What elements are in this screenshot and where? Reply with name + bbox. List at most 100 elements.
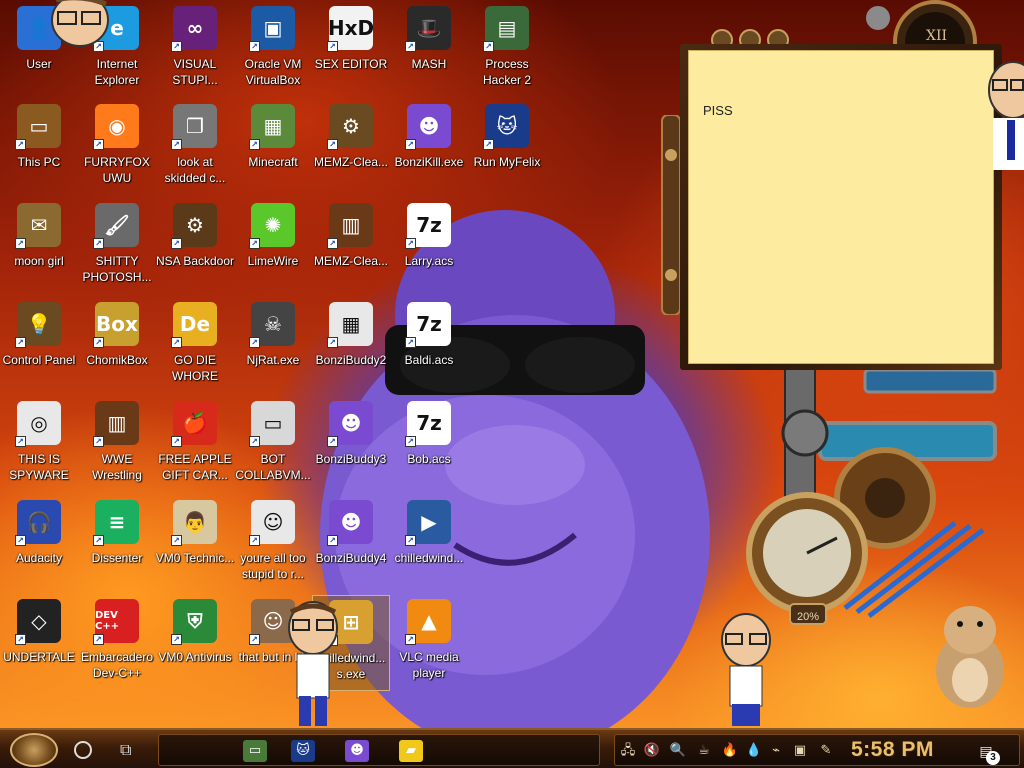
desktop-icon[interactable]: ▲ ↗ VLC media player (390, 595, 468, 691)
character-sprite-right-edge[interactable] (985, 50, 1024, 170)
volume-muted-icon[interactable]: 🔇 (643, 742, 661, 760)
video-file-icon: ▶ ↗ (405, 500, 451, 546)
desktop-icon[interactable]: ◎ ↗ THIS IS SPYWARE (0, 397, 78, 493)
flame-tray-icon[interactable]: 🔥 (721, 742, 739, 760)
sticky-notes-taskbar-icon[interactable]: ▰ (399, 740, 423, 762)
desktop-icon[interactable]: 👨 ↗ VM0 Technic... (156, 496, 234, 592)
droplet-icon[interactable]: 💧 (745, 742, 763, 760)
shortcut-arrow-icon: ↗ (327, 535, 338, 546)
shortcut-arrow-icon: ↗ (327, 337, 338, 348)
character-sprite-bottom-right[interactable] (718, 612, 774, 728)
character-sprite-top[interactable] (28, 0, 118, 50)
desktop-icon[interactable]: ▥ ↗ MEMZ-Clea... (312, 199, 390, 295)
desktop-icon-label: VM0 Antivirus (158, 650, 232, 664)
felix-cat-taskbar-icon[interactable]: 🐱 (291, 740, 315, 762)
this-pc-taskbar-icon[interactable]: ▭ (243, 740, 267, 762)
desktop-icon[interactable]: ▭ ↗ BOT COLLABVM... (234, 397, 312, 493)
desktop-icon-label: VISUAL STUPI... (172, 57, 218, 87)
desktop-icon[interactable]: ▶ ↗ chilledwind... (390, 496, 468, 592)
shortcut-arrow-icon: ↗ (171, 436, 182, 447)
memz-gear-icon: ⚙ ↗ (327, 104, 373, 150)
devcpp-icon: DEV C++ ↗ (93, 599, 139, 645)
desktop-icon[interactable]: 🍎 ↗ FREE APPLE GIFT CAR... (156, 397, 234, 493)
desktop-icon[interactable]: 🐱 ↗ Run MyFelix (468, 100, 546, 196)
desktop-icon[interactable]: ▤ ↗ Process Hacker 2 (468, 2, 546, 98)
desktop-icon-label: Baldi.acs (404, 353, 454, 367)
desktop-icon[interactable]: ∞ ↗ VISUAL STUPI... (156, 2, 234, 98)
desktop-icon[interactable]: ☻ ↗ BonziBuddy3 (312, 397, 390, 493)
desktop-icon[interactable]: 💡 ↗ Control Panel (0, 298, 78, 394)
desktop-icon[interactable]: ☻ ↗ BonziKill.exe (390, 100, 468, 196)
shortcut-arrow-icon: ↗ (15, 436, 26, 447)
desktop-icon[interactable]: ◇ ↗ UNDERTALE (0, 595, 78, 691)
shortcut-arrow-icon: ↗ (405, 436, 416, 447)
bonzi-taskbar-icon[interactable]: ☻ (345, 740, 369, 762)
desktop-icon[interactable]: ✉ ↗ moon girl (0, 199, 78, 295)
java-icon[interactable]: ☕ (695, 742, 713, 760)
shortcut-arrow-icon: ↗ (93, 436, 104, 447)
desktop-icon-label: Larry.acs (404, 254, 454, 268)
desktop-icon[interactable]: ≡ ↗ Dissenter (78, 496, 156, 592)
desktop-icon-label: VM0 Technic... (155, 551, 235, 565)
sticky-note[interactable]: PISS (688, 50, 994, 364)
taskbar-app-area: ▭ 🐱 ☻ ▰ (158, 734, 600, 766)
system-tray: 5:58 PM ▤ 3 🖧 🔇 🔍 ☕ 🔥 💧 ⌁ ▣ ✎ (614, 734, 1020, 766)
svg-text:XII: XII (926, 28, 947, 44)
desktop-icon[interactable]: ▣ ↗ Oracle VM VirtualBox (234, 2, 312, 98)
desktop-icon[interactable]: ❐ ↗ look at skidded c... (156, 100, 234, 196)
desktop-icon-label: MASH (411, 57, 447, 71)
bonzi-icon: ☻ ↗ (327, 500, 373, 546)
desktop-icon[interactable]: Box ↗ ChomikBox (78, 298, 156, 394)
desktop-icon[interactable]: ☻ ↗ BonziBuddy4 (312, 496, 390, 592)
app-tray-icon[interactable]: ▣ (791, 742, 809, 760)
desktop-icon[interactable]: HxD ↗ SEX EDITOR (312, 2, 390, 98)
desktop-icon[interactable]: 7z ↗ Baldi.acs (390, 298, 468, 394)
desktop-icon[interactable]: 7z ↗ Larry.acs (390, 199, 468, 295)
shortcut-arrow-icon: ↗ (171, 41, 182, 52)
shortcut-arrow-icon: ↗ (327, 139, 338, 150)
task-view-icon[interactable]: ⧉ (120, 740, 142, 760)
desktop-icon[interactable]: 🎩 ↗ MASH (390, 2, 468, 98)
desktop-icon-label: Audacity (15, 551, 63, 565)
desktop-icon[interactable]: ☠ ↗ NjRat.exe (234, 298, 312, 394)
network-icon[interactable]: 🖧 (619, 742, 637, 760)
wifi-off-icon[interactable]: ⌁ (767, 742, 785, 760)
shield-icon: ⛨ ↗ (171, 599, 217, 645)
desktop-icon[interactable]: ⚙ ↗ NSA Backdoor (156, 199, 234, 295)
desktop-icon[interactable]: ▭ ↗ This PC (0, 100, 78, 196)
desktop-icon[interactable]: ⚙ ↗ MEMZ-Clea... (312, 100, 390, 196)
desktop-icon[interactable]: 🎧 ↗ Audacity (0, 496, 78, 592)
desktop-icon[interactable]: ☺ ↗ youre all too stupid to r... (234, 496, 312, 592)
desktop-icon[interactable]: ✺ ↗ LimeWire (234, 199, 312, 295)
desktop-icon[interactable]: 7z ↗ Bob.acs (390, 397, 468, 493)
search-icon[interactable] (74, 741, 92, 759)
desktop-icon[interactable]: ⛨ ↗ VM0 Antivirus (156, 595, 234, 691)
desktop-icon-label: MEMZ-Clea... (313, 155, 388, 169)
clock[interactable]: 5:58 PM (851, 738, 934, 762)
desktop-icon-label: Run MyFelix (473, 155, 541, 169)
steampunk-meter-decoration (746, 368, 997, 625)
character-sprite-center[interactable] (285, 600, 341, 728)
desktop-icon[interactable]: DEV C++ ↗ Embarcadero Dev-C++ (78, 595, 156, 691)
hamster-sprite[interactable] (930, 600, 1010, 710)
hex-editor-icon: HxD ↗ (327, 6, 374, 52)
desktop-icon-label: BonziBuddy3 (315, 452, 387, 466)
visual-studio-icon: ∞ ↗ (171, 6, 217, 52)
start-button[interactable] (10, 733, 58, 767)
desktop-icon[interactable]: De ↗ GO DIE WHORE (156, 298, 234, 394)
sticky-note-text[interactable]: PISS (703, 103, 733, 118)
desktop-icon-label: This PC (17, 155, 61, 169)
shortcut-arrow-icon: ↗ (405, 41, 416, 52)
desktop-icon[interactable]: ▥ ↗ WWE Wrestling (78, 397, 156, 493)
search-tray-icon[interactable]: 🔍 (669, 742, 687, 760)
shortcut-arrow-icon: ↗ (93, 238, 104, 249)
desktop-icon[interactable]: ▦ ↗ Minecraft (234, 100, 312, 196)
pen-tray-icon[interactable]: ✎ (817, 742, 835, 760)
gimp-icon: 🖌 ↗ (93, 203, 139, 249)
shortcut-arrow-icon: ↗ (171, 535, 182, 546)
desktop-icon[interactable]: 🖌 ↗ SHITTY PHOTOSH... (78, 199, 156, 295)
gear-frame-icon: ⚙ ↗ (171, 203, 217, 249)
desktop-icon[interactable]: ◉ ↗ FURRYFOX UWU (78, 100, 156, 196)
desktop-icon-label: THIS IS SPYWARE (9, 452, 69, 482)
desktop-icon[interactable]: ▦ ↗ BonziBuddy2 (312, 298, 390, 394)
